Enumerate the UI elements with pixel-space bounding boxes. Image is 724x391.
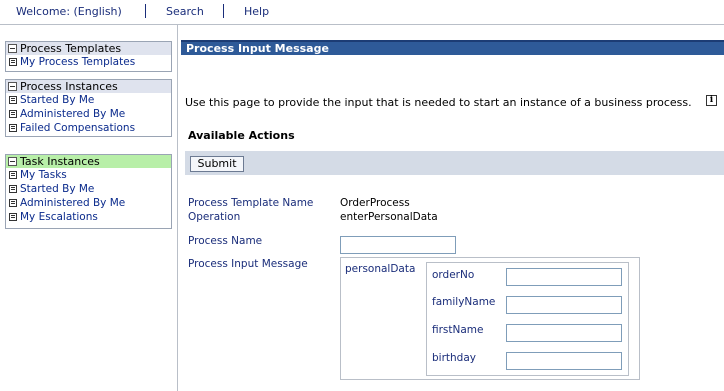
sidebar-item-label: Administered By Me xyxy=(20,197,126,209)
submit-button[interactable]: Submit xyxy=(190,156,244,172)
sidebar-item-tasks-administered-by-me[interactable]: Administered By Me xyxy=(6,196,171,210)
document-icon xyxy=(9,96,17,104)
document-icon xyxy=(9,213,17,221)
panel-title: Process Templates xyxy=(20,42,122,55)
order-no-label: orderNo xyxy=(432,269,475,281)
input-message-label: Process Input Message xyxy=(188,258,308,270)
sidebar-item-my-process-templates[interactable]: My Process Templates xyxy=(6,55,171,69)
document-icon xyxy=(9,185,17,193)
process-templates-header[interactable]: Process Templates xyxy=(6,42,171,55)
sidebar-item-label: My Process Templates xyxy=(20,56,136,68)
top-nav-bar: Welcome: (English) Search Help xyxy=(0,0,724,25)
order-no-input[interactable] xyxy=(506,268,622,286)
sidebar-item-failed-compensations[interactable]: Failed Compensations xyxy=(6,121,171,135)
help-link[interactable]: Help xyxy=(244,5,269,18)
process-name-label: Process Name xyxy=(188,235,263,247)
sidebar-item-tasks-started-by-me[interactable]: Started By Me xyxy=(6,182,171,196)
welcome-language-link[interactable]: Welcome: (English) xyxy=(16,5,122,18)
first-name-input[interactable] xyxy=(506,324,622,342)
action-bar xyxy=(185,151,724,175)
sidebar-item-started-by-me[interactable]: Started By Me xyxy=(6,93,171,107)
sidebar-item-my-escalations[interactable]: My Escalations xyxy=(6,210,171,224)
message-part-label: personalData xyxy=(345,263,416,275)
sidebar-item-administered-by-me[interactable]: Administered By Me xyxy=(6,107,171,121)
nav-divider xyxy=(223,4,224,18)
sidebar-item-label: My Escalations xyxy=(20,211,98,223)
available-actions-heading: Available Actions xyxy=(188,129,295,142)
process-name-input[interactable] xyxy=(340,236,456,254)
template-name-value: OrderProcess xyxy=(340,197,410,209)
sidebar-item-label: Administered By Me xyxy=(20,108,126,120)
page-description: Use this page to provide the input that … xyxy=(185,96,692,109)
sidebar-item-label: Started By Me xyxy=(20,94,95,106)
collapse-icon[interactable] xyxy=(8,157,17,166)
page-title: Process Input Message xyxy=(186,42,329,55)
document-icon xyxy=(9,124,17,132)
nav-divider xyxy=(145,4,146,18)
left-navigation: Process Templates My Process Templates P… xyxy=(0,25,178,391)
task-instances-panel: Task Instances My Tasks Started By Me Ad… xyxy=(5,154,172,229)
sidebar-item-label: Failed Compensations xyxy=(20,122,136,134)
document-icon xyxy=(9,58,17,66)
panel-title: Process Instances xyxy=(20,80,118,93)
process-instances-header[interactable]: Process Instances xyxy=(6,80,171,93)
page-title-bar: Process Input Message xyxy=(181,40,724,55)
document-icon xyxy=(9,171,17,179)
family-name-label: familyName xyxy=(432,296,496,308)
process-templates-panel: Process Templates My Process Templates xyxy=(5,41,172,72)
sidebar-item-label: Started By Me xyxy=(20,183,95,195)
document-icon xyxy=(9,110,17,118)
document-icon xyxy=(9,199,17,207)
operation-value: enterPersonalData xyxy=(340,211,438,223)
template-name-label: Process Template Name xyxy=(188,197,314,209)
collapse-icon[interactable] xyxy=(8,44,17,53)
family-name-input[interactable] xyxy=(506,296,622,314)
sidebar-item-my-tasks[interactable]: My Tasks xyxy=(6,168,171,182)
birthday-input[interactable] xyxy=(506,352,622,370)
sidebar-item-label: My Tasks xyxy=(20,169,67,181)
task-instances-header[interactable]: Task Instances xyxy=(6,155,171,168)
info-icon[interactable]: i xyxy=(706,95,717,106)
birthday-label: birthday xyxy=(432,352,476,364)
first-name-label: firstName xyxy=(432,324,484,336)
search-link[interactable]: Search xyxy=(166,5,204,18)
collapse-icon[interactable] xyxy=(8,82,17,91)
panel-title: Task Instances xyxy=(20,155,100,168)
process-instances-panel: Process Instances Started By Me Administ… xyxy=(5,79,172,137)
operation-label: Operation xyxy=(188,211,241,223)
